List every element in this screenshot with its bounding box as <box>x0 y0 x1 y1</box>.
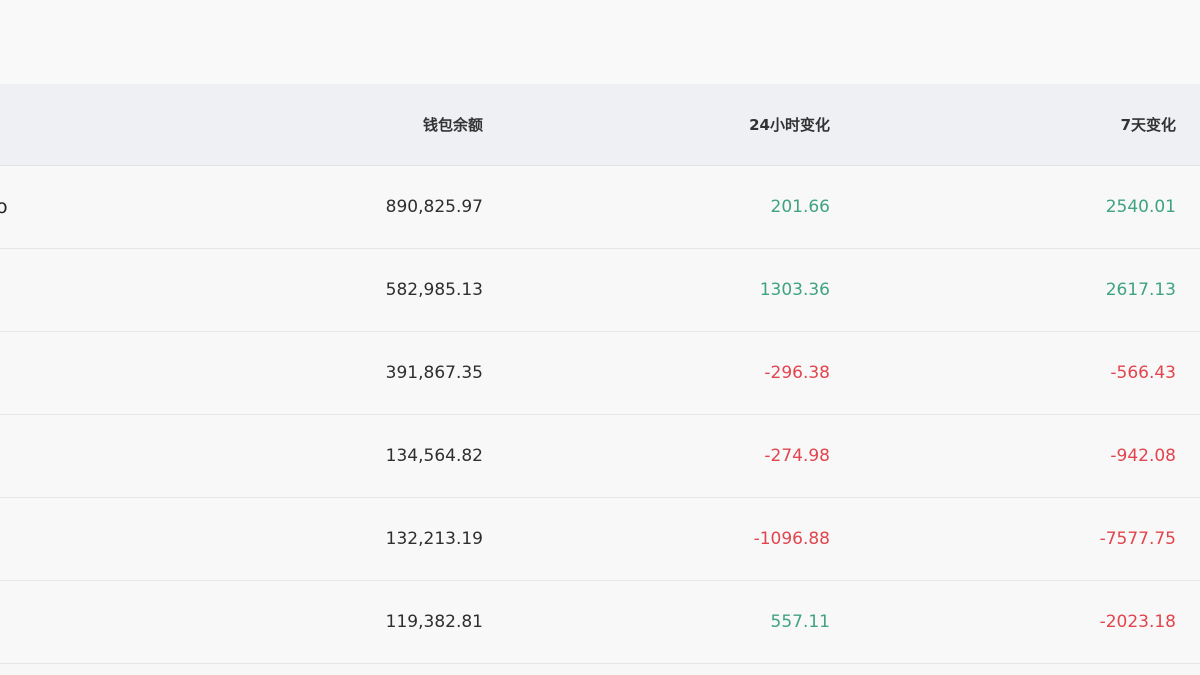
row-name: o <box>0 196 8 218</box>
row-change-7d: -942.08 <box>1110 446 1176 466</box>
row-balance: 134,564.82 <box>385 446 483 466</box>
row-change-7d: -7577.75 <box>1099 529 1176 549</box>
table-row[interactable]: 391,867.35 -296.38 -566.43 <box>0 332 1200 415</box>
row-change-7d: -2023.18 <box>1099 612 1176 632</box>
row-change-7d: 2540.01 <box>1105 197 1176 217</box>
table-row[interactable]: 582,985.13 1303.36 2617.13 <box>0 249 1200 332</box>
row-balance: 132,213.19 <box>385 529 483 549</box>
row-change-24h: 557.11 <box>770 612 830 632</box>
row-balance: 119,382.81 <box>385 612 483 632</box>
table-row[interactable]: o 890,825.97 201.66 2540.01 <box>0 166 1200 249</box>
row-change-24h: 201.66 <box>770 197 830 217</box>
row-change-24h: -1096.88 <box>753 529 830 549</box>
header-change-24h[interactable]: 24小时变化 <box>749 115 830 135</box>
table-header: 钱包余额 24小时变化 7天变化 <box>0 84 1200 166</box>
header-balance[interactable]: 钱包余额 <box>423 115 483 135</box>
row-change-24h: -296.38 <box>764 363 830 383</box>
row-change-24h: -274.98 <box>764 446 830 466</box>
top-area <box>0 0 1200 84</box>
table-row[interactable]: 134,564.82 -274.98 -942.08 <box>0 415 1200 498</box>
row-balance: 391,867.35 <box>385 363 483 383</box>
row-balance: 582,985.13 <box>385 280 483 300</box>
row-balance: 890,825.97 <box>385 197 483 217</box>
table-row[interactable]: 119,382.81 557.11 -2023.18 <box>0 581 1200 664</box>
table-row[interactable]: 132,213.19 -1096.88 -7577.75 <box>0 498 1200 581</box>
row-change-7d: -566.43 <box>1110 363 1176 383</box>
row-change-7d: 2617.13 <box>1105 280 1176 300</box>
header-change-7d[interactable]: 7天变化 <box>1121 115 1176 135</box>
wallet-table: 钱包余额 24小时变化 7天变化 o 890,825.97 201.66 254… <box>0 84 1200 664</box>
row-change-24h: 1303.36 <box>759 280 830 300</box>
